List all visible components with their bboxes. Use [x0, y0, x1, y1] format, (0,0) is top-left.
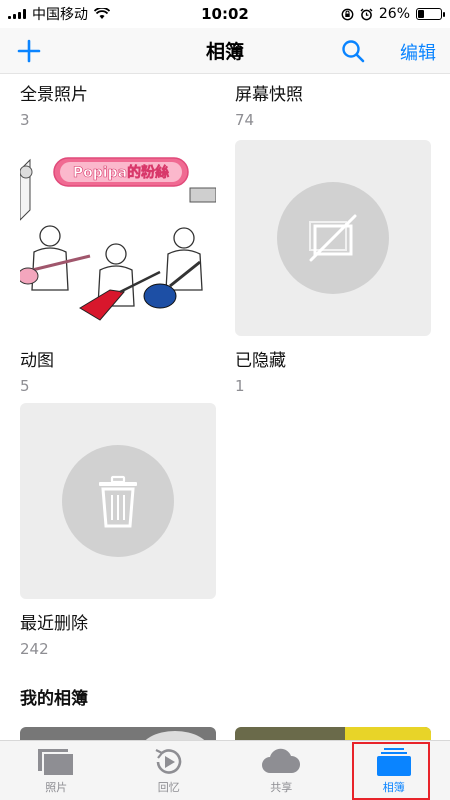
- album-thumbnail: [235, 140, 431, 336]
- album-count: 1: [235, 377, 245, 395]
- album-animated[interactable]: Popipa的粉絲 动图 5: [20, 140, 216, 395]
- photos-icon: [38, 749, 76, 777]
- album-screenshots[interactable]: 屏幕快照 74: [235, 80, 431, 129]
- tab-photos[interactable]: 照片: [0, 741, 113, 800]
- album-name: 屏幕快照: [235, 85, 303, 105]
- album-name: 最近删除: [20, 614, 88, 634]
- tab-memories[interactable]: 回忆: [113, 741, 226, 800]
- add-icon[interactable]: [14, 36, 44, 66]
- albums-list[interactable]: 全景照片 3 屏幕快照 74 Popipa的粉絲 动图 5 已隐藏 1 最近删除…: [0, 74, 450, 740]
- banner-text: Popipa的粉絲: [73, 164, 169, 181]
- battery-percent: 26%: [378, 6, 410, 22]
- highlight-annotation: [352, 742, 430, 800]
- guitar-cartoon-image: Popipa的粉絲: [20, 157, 216, 321]
- shared-cloud-icon: [262, 748, 301, 773]
- album-thumbnail: Popipa的粉絲: [20, 140, 216, 336]
- status-bar: 中国移动 10:02 26%: [0, 0, 450, 28]
- orientation-lock-icon: [341, 8, 354, 20]
- album-name: 动图: [20, 351, 54, 371]
- hidden-album-icon: [309, 214, 357, 262]
- signal-icon: [8, 9, 26, 19]
- album-name: 全景照片: [20, 85, 88, 105]
- album-count: 242: [20, 640, 49, 658]
- album-count: 74: [235, 111, 255, 129]
- tab-shared[interactable]: 共享: [225, 741, 338, 800]
- clock: 10:02: [201, 5, 249, 23]
- album-count: 3: [20, 111, 30, 129]
- album-thumbnail: [20, 403, 216, 599]
- album-count: 5: [20, 377, 30, 395]
- album-name: 已隐藏: [235, 351, 286, 371]
- edit-button[interactable]: 编辑: [400, 39, 436, 65]
- album-thumbnail[interactable]: [235, 727, 431, 740]
- album-hidden[interactable]: 已隐藏 1: [235, 140, 431, 395]
- wifi-icon: [94, 8, 110, 19]
- album-panorama[interactable]: 全景照片 3: [20, 80, 216, 129]
- carrier-label: 中国移动: [32, 7, 88, 23]
- search-icon[interactable]: [340, 38, 366, 64]
- alarm-icon: [360, 8, 373, 20]
- album-thumbnail[interactable]: [20, 727, 216, 740]
- battery-icon: [416, 8, 445, 20]
- album-recently-deleted[interactable]: 最近删除 242: [20, 403, 216, 658]
- memories-icon: [155, 749, 182, 774]
- page-title: 相簿: [205, 41, 244, 63]
- navigation-bar: 相簿 编辑: [0, 28, 450, 74]
- trash-icon: [99, 475, 137, 528]
- my-albums-heading: 我的相簿: [20, 689, 88, 709]
